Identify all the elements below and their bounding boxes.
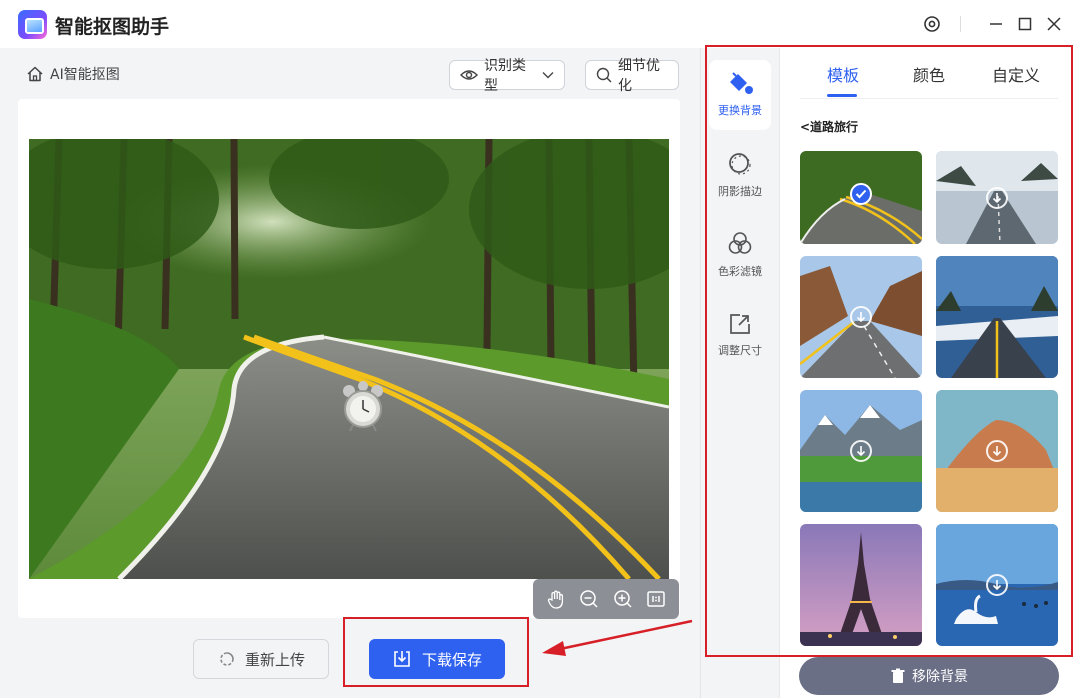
refresh-icon	[217, 649, 237, 669]
annotation-box-panel	[705, 45, 1073, 657]
annotation-arrow	[542, 619, 693, 656]
home-icon	[26, 65, 44, 83]
reupload-button[interactable]: 重新上传	[193, 639, 329, 679]
app-title: 智能抠图助手	[55, 16, 170, 38]
magnify-refine-icon	[596, 67, 612, 83]
breadcrumb-label: AI智能抠图	[50, 67, 120, 83]
chevron-down-icon	[542, 71, 554, 79]
eye-icon	[460, 68, 478, 82]
refine-details-button[interactable]: 细节优化	[585, 58, 679, 94]
title-bar: 智能抠图助手	[0, 0, 1077, 48]
breadcrumb[interactable]: AI智能抠图	[26, 64, 120, 84]
hand-pan-icon[interactable]	[546, 589, 566, 609]
annotation-box-download	[343, 617, 529, 687]
preview-image[interactable]	[29, 139, 669, 579]
close-button[interactable]	[1042, 12, 1066, 36]
minimize-button[interactable]	[984, 12, 1008, 36]
zoom-out-icon[interactable]	[579, 589, 599, 609]
trash-icon	[890, 668, 906, 684]
actual-size-icon[interactable]	[646, 589, 666, 609]
recognize-type-dropdown[interactable]: 识别类型	[449, 58, 565, 94]
remove-background-label: 移除背景	[912, 669, 968, 685]
app-logo-icon	[18, 10, 47, 39]
settings-icon[interactable]	[920, 12, 944, 36]
remove-background-button[interactable]: 移除背景	[799, 657, 1059, 695]
refine-details-label: 细节优化	[618, 58, 660, 94]
titlebar-divider	[960, 16, 961, 32]
zoom-in-icon[interactable]	[613, 589, 633, 609]
recognize-type-label: 识别类型	[484, 58, 526, 94]
maximize-button[interactable]	[1013, 12, 1037, 36]
reupload-label: 重新上传	[244, 650, 305, 669]
